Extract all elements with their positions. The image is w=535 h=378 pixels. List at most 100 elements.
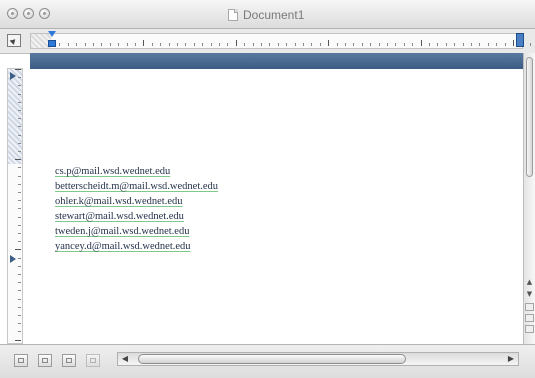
outline-view-button[interactable] — [38, 354, 52, 367]
vertical-ruler-tick — [18, 118, 21, 120]
vertical-ruler-tick — [18, 315, 21, 316]
ruler-tick — [160, 43, 162, 46]
draft-view-button[interactable] — [14, 354, 28, 367]
ruler-tick — [168, 43, 170, 46]
ruler-tick — [370, 43, 372, 46]
ruler-tick — [345, 43, 346, 46]
horizontal-scrollbar[interactable]: ◀ ▶ — [117, 352, 519, 366]
email-line[interactable]: yancey.d@mail.wsd.wednet.edu — [55, 239, 218, 254]
vertical-ruler-tick — [18, 323, 21, 325]
email-line[interactable]: cs.p@mail.wsd.wednet.edu — [55, 164, 218, 179]
ruler-tick — [67, 43, 69, 46]
ruler-tick — [471, 43, 472, 46]
page-view-button[interactable] — [525, 325, 534, 333]
vertical-ruler-tick — [15, 339, 21, 341]
ruler-tick — [210, 43, 212, 46]
email-line[interactable]: ohler.k@mail.wsd.wednet.edu — [55, 194, 218, 209]
ruler-tick — [261, 43, 262, 46]
ruler-tick — [429, 43, 430, 46]
vertical-ruler-margin — [8, 69, 22, 164]
ruler-tick — [244, 43, 246, 46]
email-line[interactable]: betterscheidt.m@mail.wsd.wednet.edu — [55, 179, 218, 194]
ruler-tick — [235, 40, 237, 46]
ruler-bar — [0, 29, 535, 54]
bottom-margin-marker[interactable] — [10, 255, 16, 263]
vertical-ruler-tick — [18, 167, 21, 169]
ruler-tick — [177, 43, 178, 46]
ruler-tick — [277, 43, 279, 46]
vertical-ruler-tick — [18, 101, 21, 103]
ruler-tick — [76, 43, 78, 46]
document-page[interactable]: cs.p@mail.wsd.wednet.edu betterscheidt.m… — [30, 69, 523, 344]
arrow-left-icon[interactable]: ◀ — [119, 353, 131, 365]
vertical-ruler-tick — [18, 126, 21, 128]
page-down-button[interactable] — [525, 314, 534, 322]
ruler-tick — [252, 43, 254, 46]
vertical-ruler-tick — [18, 183, 21, 185]
page-up-button[interactable] — [525, 303, 534, 311]
email-line[interactable]: stewart@mail.wsd.wednet.edu — [55, 209, 218, 224]
ruler-tick — [286, 43, 288, 46]
vertical-ruler-tick — [18, 134, 21, 136]
vertical-ruler-tick — [18, 306, 21, 308]
ruler-tick — [101, 43, 103, 46]
bottom-bar: ◀ ▶ — [0, 344, 535, 378]
ruler-tick — [126, 43, 128, 46]
ruler-tick — [487, 43, 489, 46]
arrow-right-icon[interactable]: ▶ — [505, 353, 517, 365]
vertical-ruler-tick — [18, 93, 21, 95]
ruler-ticks — [51, 34, 531, 48]
ruler-tick — [303, 43, 304, 46]
vertical-ruler-tick — [18, 142, 21, 144]
ruler-tick — [135, 43, 136, 46]
notebook-view-button[interactable] — [86, 354, 100, 367]
vertical-ruler-tick — [18, 85, 21, 87]
vertical-ruler-tick — [18, 282, 21, 284]
ruler-toggle-icon[interactable] — [7, 34, 21, 47]
right-margin-marker[interactable] — [516, 33, 524, 47]
vertical-ruler-tick — [18, 257, 21, 259]
zoom-button[interactable] — [39, 8, 50, 19]
minimize-button[interactable] — [23, 8, 34, 19]
ruler-tick — [403, 43, 405, 46]
close-button[interactable] — [7, 8, 18, 19]
document-icon — [228, 9, 238, 21]
vertical-ruler-tick — [15, 159, 21, 161]
arrow-up-icon[interactable]: ▲ — [525, 277, 534, 287]
top-margin-marker[interactable] — [10, 72, 16, 80]
ruler-tick — [193, 43, 195, 46]
vertical-ruler-tick — [15, 69, 21, 70]
ruler-tick — [529, 43, 531, 46]
vertical-ruler-tick — [18, 224, 21, 226]
ruler-tick — [454, 43, 456, 46]
ruler-tick — [328, 40, 330, 46]
ruler-tick — [93, 43, 94, 46]
vertical-ruler-tick — [18, 331, 21, 333]
ruler-tick — [378, 43, 380, 46]
indent-marker[interactable] — [48, 31, 56, 49]
window-title: Document1 — [243, 8, 305, 22]
vertical-ruler-tick — [18, 216, 21, 218]
horizontal-scroll-thumb[interactable] — [138, 354, 406, 364]
vertical-scroll-thumb[interactable] — [526, 57, 533, 177]
vertical-scrollbar[interactable]: ▲ ▼ — [523, 53, 535, 344]
ruler-tick — [269, 43, 271, 46]
vertical-ruler-tick — [18, 298, 21, 300]
ruler-tick — [412, 43, 414, 46]
ruler-tick — [319, 43, 321, 46]
vertical-ruler-tick — [18, 200, 21, 202]
vertical-ruler[interactable] — [7, 68, 23, 344]
ruler-tick — [445, 43, 447, 46]
ruler-tick — [227, 43, 229, 46]
title-bar: Document1 — [0, 0, 535, 29]
ruler-tick — [479, 43, 481, 46]
page-layout-view-button[interactable] — [62, 354, 76, 367]
arrow-down-icon[interactable]: ▼ — [525, 289, 534, 299]
ruler-tick — [387, 43, 388, 46]
horizontal-ruler[interactable] — [30, 31, 531, 49]
ruler-tick — [84, 43, 86, 46]
ruler-tick — [109, 43, 111, 46]
ruler-tick — [143, 40, 145, 46]
vertical-ruler-tick — [18, 274, 21, 275]
email-line[interactable]: tweden.j@mail.wsd.wednet.edu — [55, 224, 218, 239]
